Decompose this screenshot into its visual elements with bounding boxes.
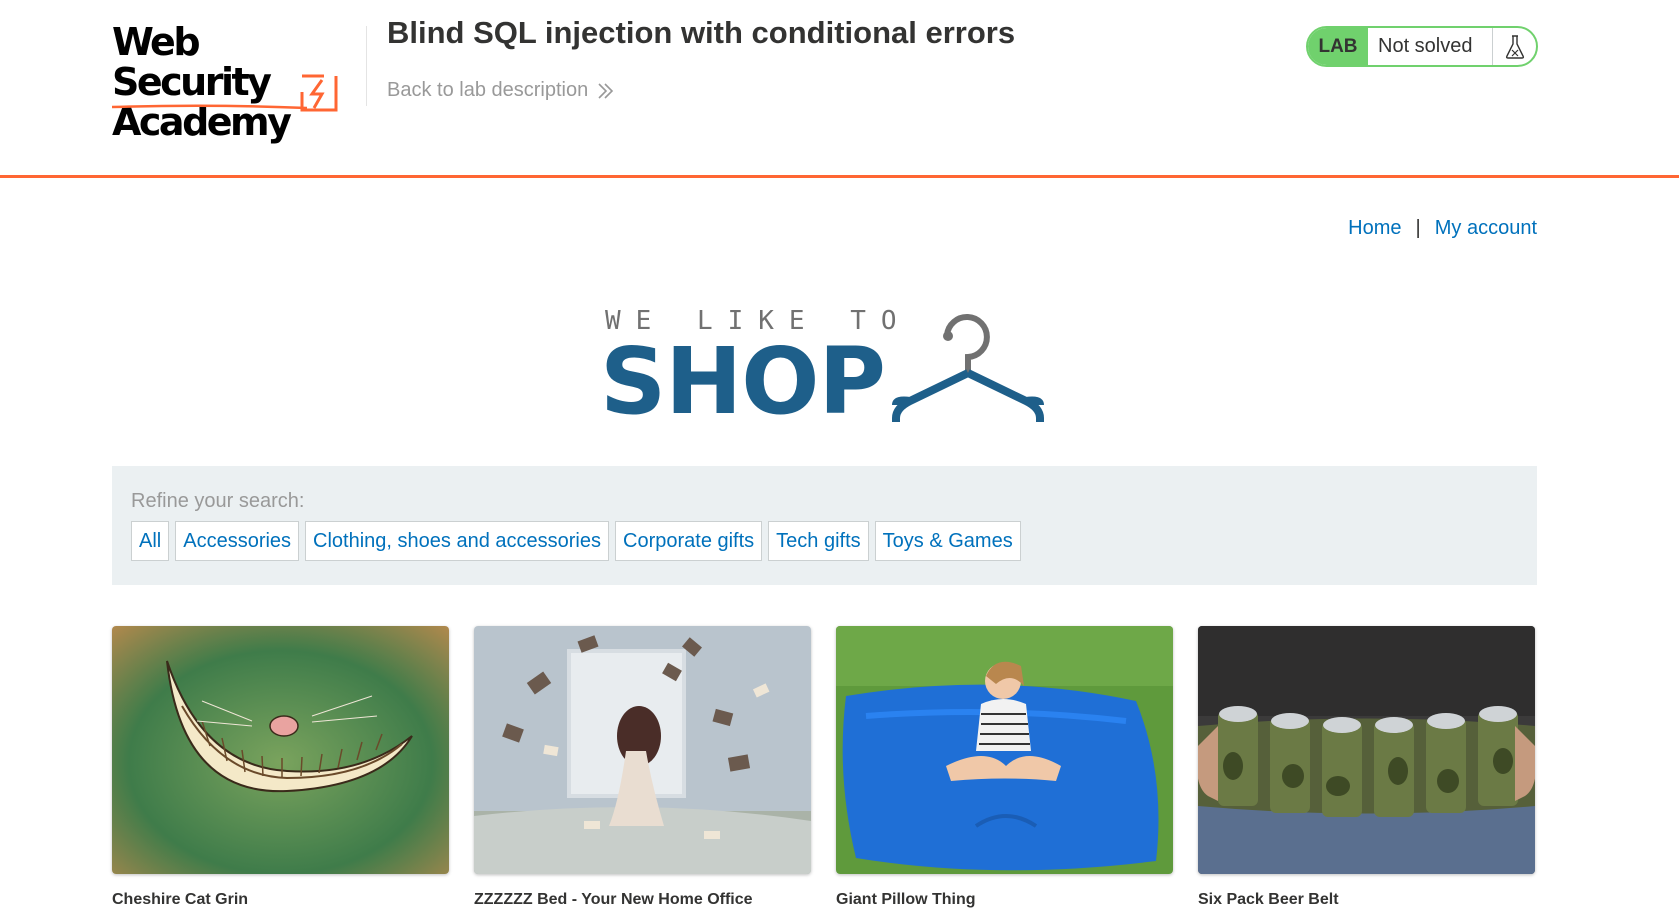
shop-banner: WE LIKE TO SHOP (600, 300, 1050, 432)
lab-status-text: Not solved (1378, 35, 1473, 57)
filter-tech-gifts[interactable]: Tech gifts (768, 521, 869, 561)
header-divider (366, 26, 367, 106)
lab-title: Blind SQL injection with conditional err… (387, 15, 1016, 50)
home-link[interactable]: Home (1348, 217, 1401, 240)
filter-corporate-gifts[interactable]: Corporate gifts (615, 521, 763, 561)
lab-status-widget: LAB Not solved (1306, 26, 1538, 67)
banner-shop-word: SHOP (600, 328, 886, 435)
academy-header: Web Security Academy Blind SQL injection… (0, 0, 1679, 178)
logo-underline-icon (112, 104, 308, 110)
my-account-link[interactable]: My account (1435, 217, 1537, 240)
refine-search-label: Refine your search: (131, 490, 305, 512)
logo-lightning-icon (300, 74, 338, 112)
nav-separator: | (1415, 217, 1421, 239)
filter-accessories[interactable]: Accessories (175, 521, 300, 561)
filter-toys-games[interactable]: Toys & Games (874, 521, 1021, 561)
top-nav: Home | My account (1348, 217, 1537, 240)
product-name[interactable]: Cheshire Cat Grin (112, 891, 449, 908)
web-security-academy-logo[interactable]: Web Security Academy (112, 22, 362, 142)
product-card[interactable]: ZZZZZZ Bed - Your New Home Office (474, 626, 811, 908)
product-image-zzzzzz-bed[interactable] (474, 626, 811, 874)
search-filters: Refine your search: All Accessories Clot… (112, 466, 1537, 585)
product-image-six-pack-beer-belt[interactable] (1198, 626, 1535, 874)
back-to-lab-description-link[interactable]: Back to lab description (387, 79, 614, 102)
flask-icon (1492, 28, 1536, 65)
lab-badge: LAB (1308, 28, 1368, 65)
hanger-icon (892, 314, 1044, 422)
product-card[interactable]: Giant Pillow Thing (836, 626, 1173, 908)
product-grid: Cheshire Cat Grin ZZZZZZ Bed - Your New … (112, 626, 1537, 908)
product-card[interactable]: Six Pack Beer Belt (1198, 626, 1535, 908)
filter-clothing[interactable]: Clothing, shoes and accessories (305, 521, 609, 561)
product-name[interactable]: ZZZZZZ Bed - Your New Home Office (474, 891, 811, 908)
product-name[interactable]: Six Pack Beer Belt (1198, 891, 1535, 908)
filter-all[interactable]: All (131, 521, 170, 561)
product-image-cheshire-cat-grin[interactable] (112, 626, 449, 874)
double-chevron-right-icon (598, 82, 614, 99)
product-name[interactable]: Giant Pillow Thing (836, 891, 1173, 908)
product-card[interactable]: Cheshire Cat Grin (112, 626, 449, 908)
product-image-giant-pillow-thing[interactable] (836, 626, 1173, 874)
filter-list: All Accessories Clothing, shoes and acce… (131, 521, 1021, 561)
back-link-label: Back to lab description (387, 79, 589, 101)
